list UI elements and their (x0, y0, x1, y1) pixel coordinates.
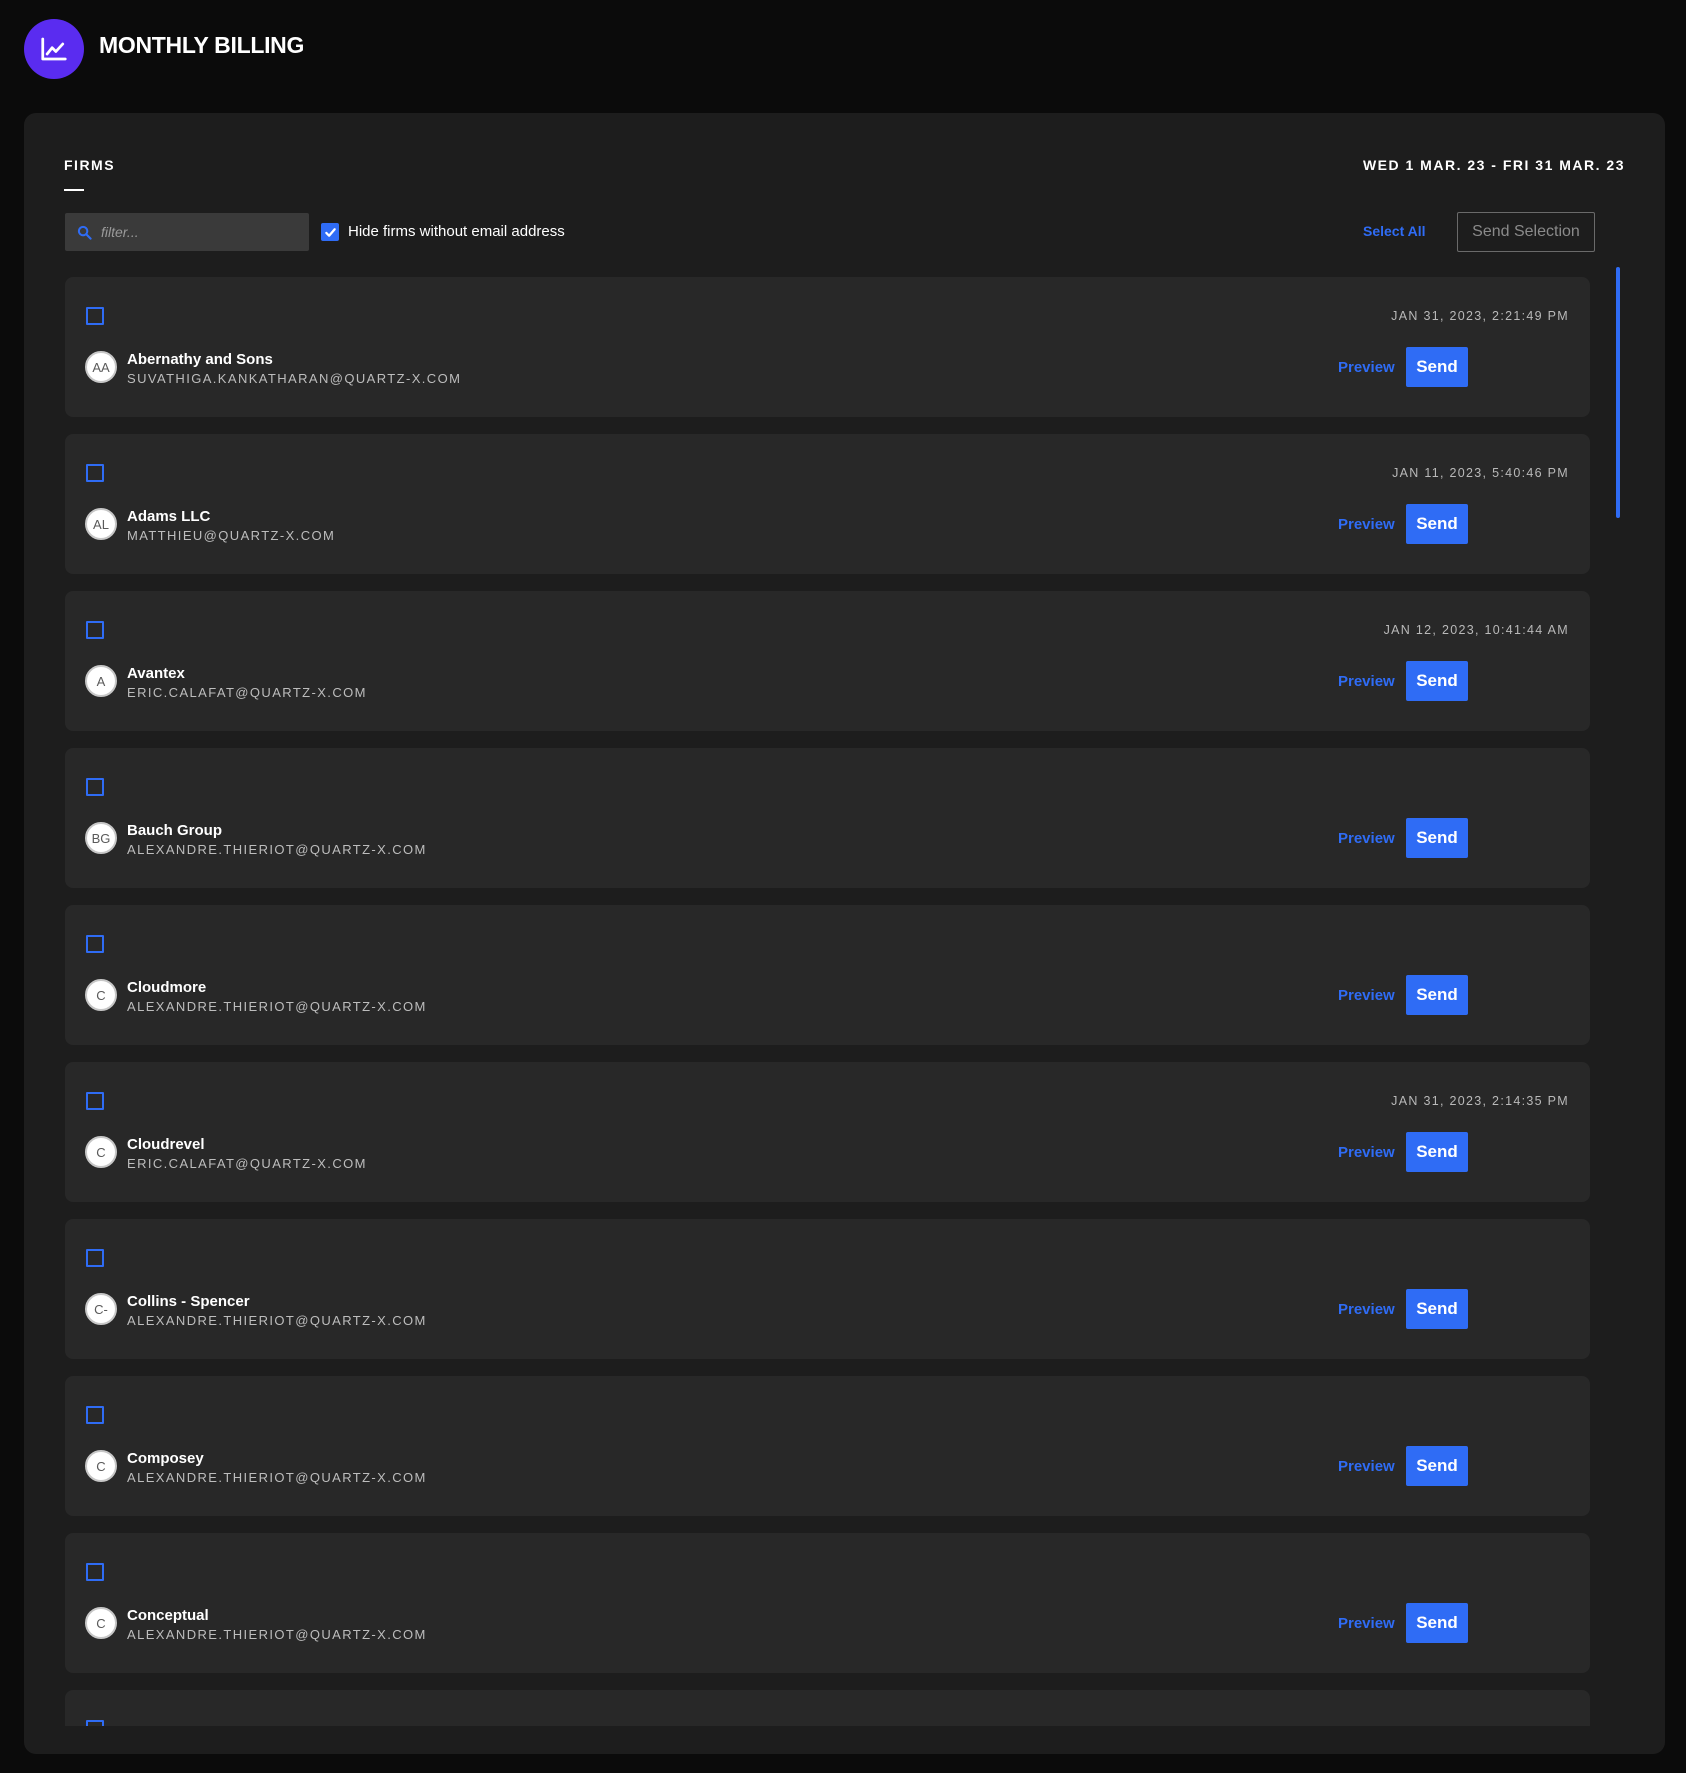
preview-link[interactable]: Preview (1338, 673, 1395, 690)
firm-timestamp: JAN 31, 2023, 2:21:49 PM (1391, 309, 1569, 323)
avatar: C- (85, 1293, 117, 1325)
preview-link[interactable]: Preview (1338, 830, 1395, 847)
firm-email: ALEXANDRE.THIERIOT@QUARTZ-X.COM (127, 1313, 427, 1328)
firm-card: BG Bauch Group ALEXANDRE.THIERIOT@QUARTZ-X… (65, 748, 1590, 888)
date-range: WED 1 MAR. 23 - FRI 31 MAR. 23 (1362, 157, 1625, 173)
avatar: C (85, 1607, 117, 1639)
chart-line-icon (24, 19, 84, 79)
send-button[interactable]: Send (1406, 1603, 1468, 1643)
firm-name: Adams LLC (127, 508, 211, 525)
avatar: AA (85, 351, 117, 383)
firm-email: ALEXANDRE.THIERIOT@QUARTZ-X.COM (127, 999, 427, 1014)
send-button[interactable]: Send (1406, 1132, 1468, 1172)
firm-email: ERIC.CALAFAT@QUARTZ-X.COM (127, 1156, 367, 1171)
send-button[interactable]: Send (1406, 347, 1468, 387)
filter-input[interactable] (99, 223, 299, 241)
firm-list[interactable]: JAN 31, 2023, 2:21:49 PM AA Abernathy and … (65, 277, 1625, 1726)
preview-link[interactable]: Preview (1338, 1615, 1395, 1632)
firm-email: ALEXANDRE.THIERIOT@QUARTZ-X.COM (127, 842, 427, 857)
preview-link[interactable]: Preview (1338, 1144, 1395, 1161)
firm-checkbox[interactable] (86, 1406, 104, 1424)
firm-checkbox[interactable] (86, 1720, 104, 1726)
preview-link[interactable]: Preview (1338, 359, 1395, 376)
firm-card: JAN 31, 2023, 2:14:35 PM C Cloudrevel ERIC.… (65, 1062, 1590, 1202)
send-button[interactable]: Send (1406, 818, 1468, 858)
preview-link[interactable]: Preview (1338, 987, 1395, 1004)
firm-timestamp: JAN 31, 2023, 2:14:35 PM (1391, 1094, 1569, 1108)
send-button[interactable]: Send (1406, 661, 1468, 701)
firm-checkbox[interactable] (86, 621, 104, 639)
send-button[interactable]: Send (1406, 1289, 1468, 1329)
hide-firms-label[interactable]: Hide firms without email address (348, 223, 565, 240)
firm-card: C Conceptual ALEXANDRE.THIERIOT@QUARTZ-X.C… (65, 1533, 1590, 1673)
send-button[interactable]: Send (1406, 1446, 1468, 1486)
firm-timestamp: JAN 11, 2023, 5:40:46 PM (1392, 466, 1569, 480)
hide-firms-checkbox[interactable] (321, 223, 339, 241)
firm-card (65, 1690, 1590, 1726)
firm-card: JAN 11, 2023, 5:40:46 PM AL Adams LLC MATTH… (65, 434, 1590, 574)
firm-card: JAN 31, 2023, 2:21:49 PM AA Abernathy and … (65, 277, 1590, 417)
tab-underline (64, 189, 84, 191)
send-selection-button[interactable]: Send Selection (1457, 212, 1595, 252)
firm-checkbox[interactable] (86, 935, 104, 953)
app-title: MONTHLY BILLING (99, 32, 305, 58)
firm-name: Avantex (127, 665, 185, 682)
firm-checkbox[interactable] (86, 1249, 104, 1267)
list-scrollbar[interactable] (1616, 267, 1620, 518)
select-all-link[interactable]: Select All (1363, 223, 1426, 239)
preview-link[interactable]: Preview (1338, 1458, 1395, 1475)
firm-checkbox[interactable] (86, 307, 104, 325)
firm-checkbox[interactable] (86, 778, 104, 796)
firm-timestamp: JAN 12, 2023, 10:41:44 AM (1383, 623, 1569, 637)
firm-checkbox[interactable] (86, 1563, 104, 1581)
firm-name: Abernathy and Sons (127, 351, 273, 368)
preview-link[interactable]: Preview (1338, 516, 1395, 533)
send-button[interactable]: Send (1406, 504, 1468, 544)
firm-card: C- Collins - Spencer ALEXANDRE.THIERIOT@QU… (65, 1219, 1590, 1359)
firm-email: MATTHIEU@QUARTZ-X.COM (127, 528, 336, 543)
send-button[interactable]: Send (1406, 975, 1468, 1015)
firm-checkbox[interactable] (86, 1092, 104, 1110)
firm-email: ERIC.CALAFAT@QUARTZ-X.COM (127, 685, 367, 700)
firm-email: ALEXANDRE.THIERIOT@QUARTZ-X.COM (127, 1627, 427, 1642)
avatar: C (85, 1450, 117, 1482)
avatar: AL (85, 508, 117, 540)
firm-name: Cloudmore (127, 979, 207, 996)
avatar: A (85, 665, 117, 697)
firm-card: C Composey ALEXANDRE.THIERIOT@QUARTZ-X.COM… (65, 1376, 1590, 1516)
avatar: C (85, 1136, 117, 1168)
firm-name: Cloudrevel (127, 1136, 205, 1153)
search-icon (76, 224, 92, 240)
top-bar: MONTHLY BILLING (0, 0, 1686, 100)
firm-name: Collins - Spencer (127, 1293, 250, 1310)
firm-name: Conceptual (127, 1607, 209, 1624)
firm-email: SUVATHIGA.KANKATHARAN@QUARTZ-X.COM (127, 371, 462, 386)
firm-name: Composey (127, 1450, 204, 1467)
avatar: BG (85, 822, 117, 854)
firm-name: Bauch Group (127, 822, 223, 839)
firm-email: ALEXANDRE.THIERIOT@QUARTZ-X.COM (127, 1470, 427, 1485)
firm-checkbox[interactable] (86, 464, 104, 482)
firm-card: JAN 12, 2023, 10:41:44 AM A Avantex ERIC.CA… (65, 591, 1590, 731)
avatar: C (85, 979, 117, 1011)
firms-panel: FIRMS WED 1 MAR. 23 - FRI 31 MAR. 23 Hid… (24, 113, 1665, 1754)
preview-link[interactable]: Preview (1338, 1301, 1395, 1318)
firm-card: C Cloudmore ALEXANDRE.THIERIOT@QUARTZ-X.CO… (65, 905, 1590, 1045)
filter-box[interactable] (65, 213, 309, 251)
tab-firms[interactable]: FIRMS (64, 157, 115, 173)
check-icon (324, 227, 336, 237)
